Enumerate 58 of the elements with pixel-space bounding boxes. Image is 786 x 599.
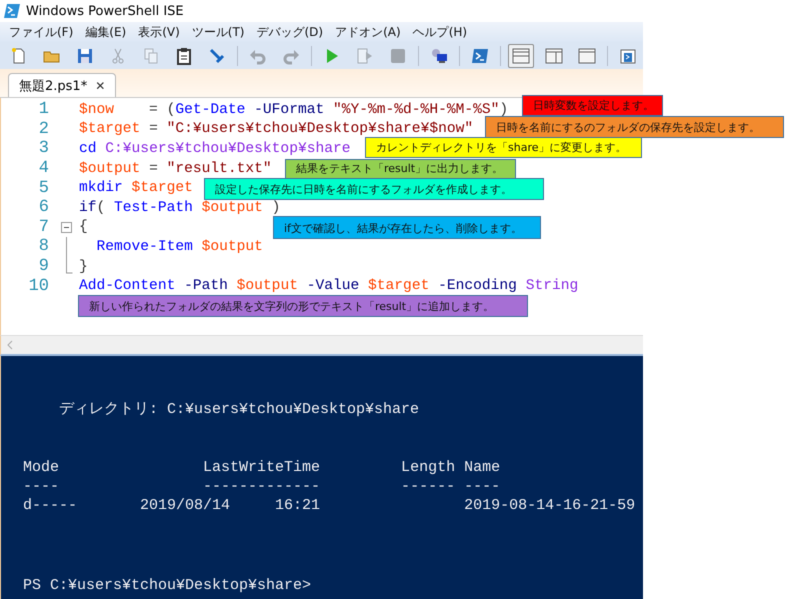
code-line: $output = "result.txt" — [79, 160, 272, 177]
menu-item[interactable]: デバッグ(D) — [252, 24, 328, 40]
stop-icon — [389, 46, 407, 64]
console-prompt: PS C:¥users¥tchou¥Desktop¥share> — [23, 576, 312, 595]
menu-item[interactable]: アドオン(A) — [330, 24, 406, 40]
horizontal-scrollbar[interactable] — [0, 335, 643, 356]
window-title: Windows PowerShell ISE — [26, 4, 184, 18]
annotation-note: カレントディレクトリを「share」に変更します。 — [365, 137, 642, 158]
menu-item[interactable]: ツール(T) — [186, 24, 250, 40]
file-tab[interactable]: 無題2.ps1* ✕ — [8, 73, 116, 97]
copy-icon — [142, 46, 160, 64]
line-number: 4 — [38, 159, 49, 178]
line-number: 1 — [38, 100, 49, 120]
console-line: ディレクトリ: C:¥users¥tchou¥Desktop¥share — [58, 400, 420, 419]
line-number: 3 — [38, 139, 49, 158]
annotation-note: 日時変数を設定します。 — [522, 95, 663, 116]
console-line: ---- ------------- ------ ---- — [23, 477, 502, 496]
code-line: Add-Content -Path $output -Value $target -Encoding String — [79, 278, 578, 294]
line-number: 10 — [28, 276, 49, 296]
menu-item[interactable]: 表示(V) — [133, 24, 185, 40]
clipboard-icon — [175, 46, 193, 64]
console-pane[interactable]: ディレクトリ: C:¥users¥tchou¥Desktop¥share Mode LastWriteTime Length Name ---- ------------- ------ ---- d----- 2019/08/14 16:21 2019-08-14-16-21-59 PS C:¥users¥tchou¥Desktop¥share> — [0, 356, 643, 599]
code-line: cd C:¥users¥tchou¥Desktop¥share — [79, 140, 350, 157]
line-number: 2 — [38, 120, 49, 139]
code-line: $now = (Get-Date -UFormat "%Y-%m-%d-%H-%M-%S") — [79, 102, 508, 118]
menu-item[interactable]: ファイル(F) — [4, 24, 78, 40]
code-line: Remove-Item $output — [96, 238, 263, 255]
split-vertical-icon — [545, 46, 563, 64]
save-icon — [76, 46, 94, 64]
code-line: { — [79, 219, 88, 236]
line-number: 5 — [38, 178, 49, 198]
run-selection-icon — [356, 46, 374, 64]
annotation-note: if文で確認し、結果が存在したら、削除します。 — [273, 216, 541, 239]
terminal-window-icon — [619, 46, 637, 64]
code-line: $target = "C:¥users¥tchou¥Desktop¥share¥$now" — [79, 121, 474, 138]
powershell-icon — [4, 3, 20, 19]
menu-item[interactable]: 編集(E) — [80, 24, 132, 40]
line-number: 8 — [38, 237, 49, 256]
code-line: } — [79, 258, 88, 275]
code-line: if( Test-Path $output ) — [79, 200, 280, 216]
brush-icon — [208, 46, 226, 64]
annotation-note: 設定した保存先に日時を名前にするフォルダを作成します。 — [204, 178, 544, 200]
window-icon — [578, 46, 596, 64]
terminal-icon — [471, 46, 489, 64]
annotation-note: 日時を名前にするのフォルダの保存先を設定します。 — [485, 116, 784, 138]
annotation-note: 新しい作られたフォルダの結果を文字列の形でテキスト「result」に追加します。 — [78, 295, 528, 317]
line-number: 6 — [38, 198, 49, 218]
code-line: mkdir $target — [79, 180, 193, 196]
line-number: 9 — [38, 257, 49, 276]
menu-item[interactable]: ヘルプ(H) — [408, 24, 472, 40]
line-number: 7 — [38, 218, 49, 237]
close-icon[interactable]: ✕ — [95, 78, 106, 92]
computer-icon — [430, 46, 448, 64]
console-line: Mode LastWriteTime Length Name — [23, 458, 502, 477]
chevron-left-icon[interactable] — [7, 340, 13, 350]
console-line: d----- 2019/08/14 16:21 2019-08-14-16-21-59 — [23, 496, 636, 515]
split-horizontal-icon — [512, 46, 530, 64]
annotation-note: 結果をテキスト「result」に出力します。 — [285, 159, 516, 179]
